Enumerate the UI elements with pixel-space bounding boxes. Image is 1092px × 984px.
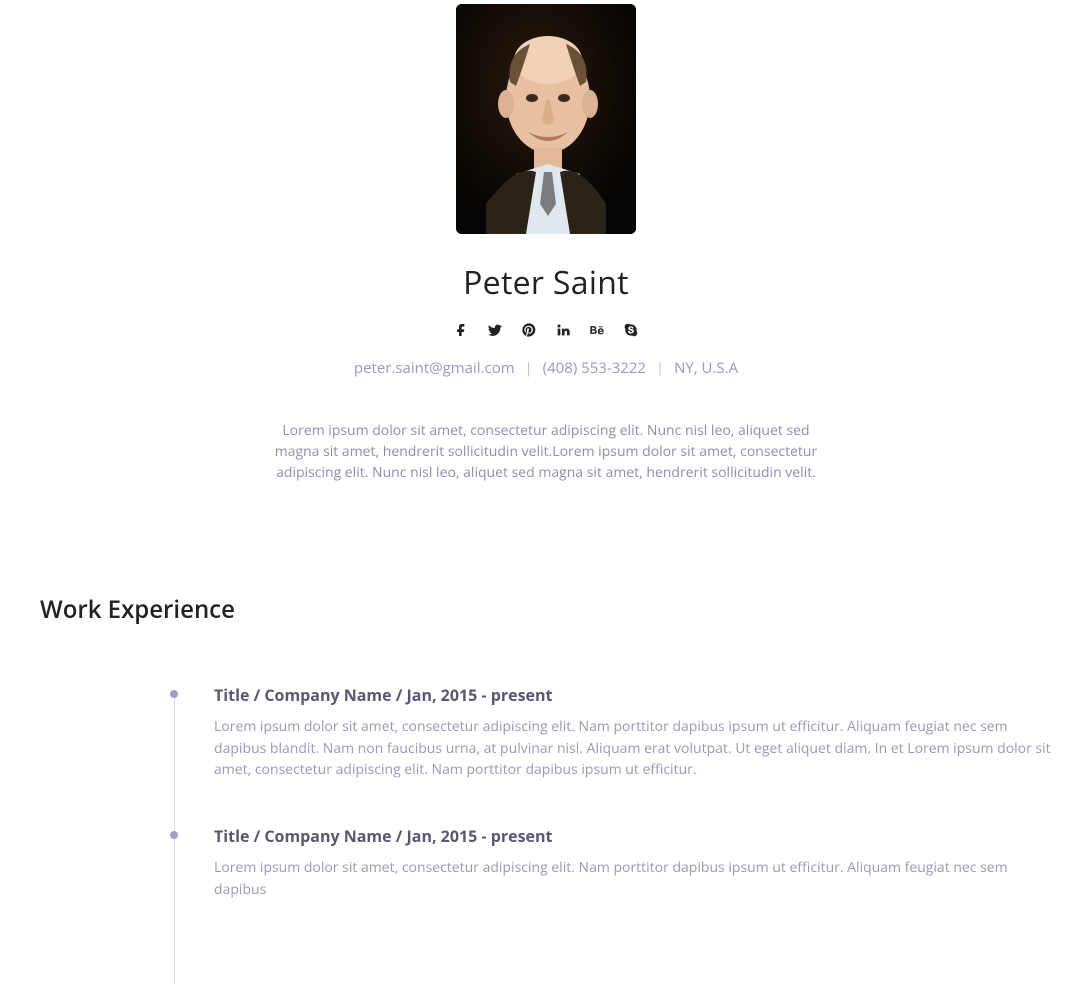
- section-heading-work-experience: Work Experience: [40, 593, 1052, 626]
- location-text: NY, U.S.A: [674, 358, 738, 378]
- timeline-item: Title / Company Name / Jan, 2015 - prese…: [170, 684, 1052, 825]
- social-links: [40, 322, 1052, 338]
- pinterest-icon[interactable]: [521, 322, 537, 338]
- facebook-icon[interactable]: [453, 322, 469, 338]
- section-work-experience: Work Experience Title / Company Name / J…: [40, 593, 1052, 944]
- phone-link[interactable]: (408) 553-3222: [543, 358, 646, 378]
- profile-name: Peter Saint: [40, 261, 1052, 304]
- contact-line: peter.saint@gmail.com | (408) 553-3222 |…: [40, 358, 1052, 378]
- job-description: Lorem ipsum dolor sit amet, consectetur …: [214, 857, 1052, 900]
- linkedin-icon[interactable]: [555, 322, 571, 338]
- job-description: Lorem ipsum dolor sit amet, consectetur …: [214, 716, 1052, 781]
- job-title: Title / Company Name / Jan, 2015 - prese…: [214, 825, 1052, 847]
- timeline: Title / Company Name / Jan, 2015 - prese…: [170, 684, 1052, 944]
- job-title: Title / Company Name / Jan, 2015 - prese…: [214, 684, 1052, 706]
- timeline-item: Title / Company Name / Jan, 2015 - prese…: [170, 825, 1052, 944]
- skype-icon[interactable]: [623, 322, 639, 338]
- behance-icon[interactable]: [589, 322, 605, 338]
- twitter-icon[interactable]: [487, 322, 503, 338]
- email-link[interactable]: peter.saint@gmail.com: [354, 358, 515, 378]
- avatar: [456, 4, 636, 234]
- profile-header: Peter Saint peter.saint@gmail.com: [40, 0, 1052, 483]
- bio-text: Lorem ipsum dolor sit amet, consectetur …: [266, 420, 826, 483]
